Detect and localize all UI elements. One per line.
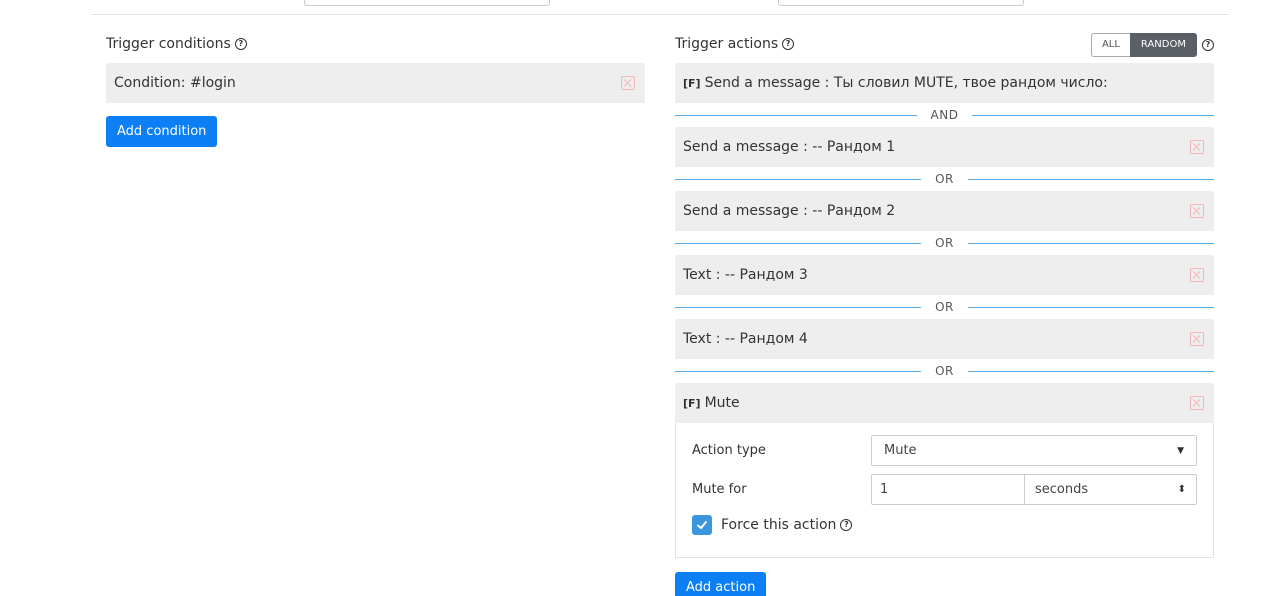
mute-duration-value: 1 [880,482,889,497]
action-label: Mute [704,395,740,411]
top-input-left[interactable] [304,0,550,6]
mode-random-button[interactable]: RANDOM [1129,33,1197,57]
action-row[interactable]: [F] Send a message : Ты словил MUTE, тво… [675,63,1214,103]
delete-icon[interactable] [1190,140,1204,154]
action-row[interactable]: Text : -- Рандом 3 [675,255,1214,295]
mute-unit-select[interactable]: seconds ⬍ [1024,474,1197,505]
action-edit-panel: Action type Mute ▼ Mute for 1 seconds ⬍ [675,423,1214,558]
delete-icon[interactable] [1190,332,1204,346]
updown-icon: ⬍ [1177,483,1186,495]
separator: OR [675,167,1214,191]
mute-for-row: Mute for 1 seconds ⬍ [692,470,1197,509]
delete-icon[interactable] [1190,396,1204,410]
actions-section: Trigger actions ? ALL RANDOM ? [F] Send … [675,32,1214,596]
action-label: Text : -- Рандом 3 [683,267,808,283]
help-icon[interactable]: ? [840,519,853,531]
action-type-select[interactable]: Mute ▼ [871,435,1197,466]
separator: OR [675,295,1214,319]
action-type-value: Mute [884,443,917,458]
top-fields [0,0,1280,16]
action-row[interactable]: Send a message : -- Рандом 2 [675,191,1214,231]
delete-icon[interactable] [1190,204,1204,218]
force-action-label: Force this action [721,517,837,533]
separator-label: AND [916,108,973,122]
caret-down-icon: ▼ [1177,445,1184,456]
separator-label: OR [921,364,968,378]
force-action-row: Force this action ? [692,509,1197,541]
help-icon[interactable]: ? [782,38,795,50]
mute-for-label: Mute for [692,482,747,497]
mute-duration-input[interactable]: 1 [871,474,1024,505]
add-condition-button[interactable]: Add condition [106,116,218,147]
separator: OR [675,231,1214,255]
force-tag: [F] [683,396,701,410]
separator-label: OR [921,300,968,314]
mode-all-button[interactable]: ALL [1090,33,1130,57]
conditions-section: Trigger conditions ? Condition: #login A… [106,32,645,147]
actions-title-text: Trigger actions [675,36,779,52]
condition-label: Condition: #login [114,75,236,91]
separator-label: OR [921,236,968,250]
help-icon[interactable]: ? [234,38,247,50]
mute-for-group: 1 seconds ⬍ [871,474,1197,505]
check-icon [697,521,707,529]
add-action-button[interactable]: Add action [675,572,767,596]
conditions-title: Trigger conditions ? [106,32,645,56]
top-divider [91,14,1229,15]
mute-unit-value: seconds [1035,482,1089,497]
mode-toggle: ALL RANDOM ? [1090,33,1214,57]
separator-label: OR [921,172,968,186]
action-label: Send a message : -- Рандом 2 [683,203,896,219]
help-icon[interactable]: ? [1202,39,1214,51]
delete-icon[interactable] [621,76,635,90]
delete-icon[interactable] [1190,268,1204,282]
action-type-label: Action type [692,443,766,458]
conditions-title-text: Trigger conditions [106,36,231,52]
force-tag: [F] [683,76,701,90]
separator: OR [675,359,1214,383]
separator: AND [675,103,1214,127]
action-label: Send a message : Ты словил MUTE, твое ра… [704,75,1108,91]
action-row-expanded[interactable]: [F] Mute [675,383,1214,423]
action-type-row: Action type Mute ▼ [692,431,1197,470]
action-label: Send a message : -- Рандом 1 [683,139,896,155]
condition-row[interactable]: Condition: #login [106,63,645,103]
action-row[interactable]: Text : -- Рандом 4 [675,319,1214,359]
action-label: Text : -- Рандом 4 [683,331,808,347]
force-action-checkbox[interactable] [692,515,712,535]
top-input-right[interactable] [778,0,1024,6]
action-row[interactable]: Send a message : -- Рандом 1 [675,127,1214,167]
